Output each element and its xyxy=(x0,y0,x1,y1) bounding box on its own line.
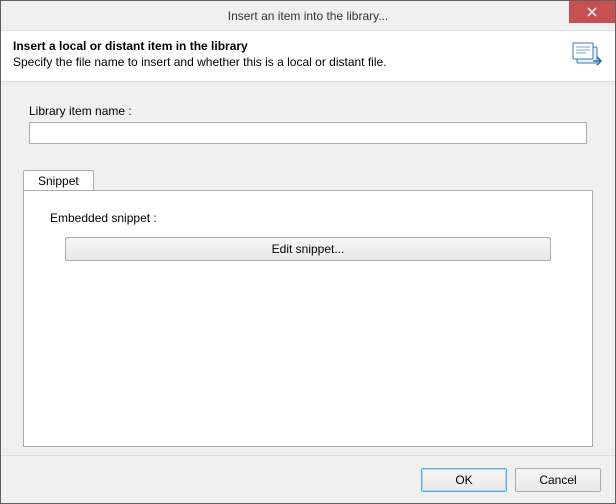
edit-snippet-button[interactable]: Edit snippet... xyxy=(65,237,551,261)
header-subtitle: Specify the file name to insert and whet… xyxy=(13,55,563,69)
dialog-window: Insert an item into the library... Inser… xyxy=(0,0,616,504)
content-area: Library item name : Snippet Embedded sni… xyxy=(1,82,615,455)
library-item-name-label: Library item name : xyxy=(29,104,597,118)
header-strip: Insert a local or distant item in the li… xyxy=(1,31,615,82)
ok-button-label: OK xyxy=(455,473,472,487)
close-button[interactable] xyxy=(569,1,615,23)
button-bar: OK Cancel xyxy=(1,455,615,503)
tab-panel-snippet: Embedded snippet : Edit snippet... xyxy=(23,190,593,447)
ok-button[interactable]: OK xyxy=(421,468,507,492)
library-insert-icon xyxy=(571,39,603,71)
header-text: Insert a local or distant item in the li… xyxy=(13,39,563,69)
window-title: Insert an item into the library... xyxy=(228,9,389,23)
embedded-snippet-label: Embedded snippet : xyxy=(50,211,572,225)
edit-snippet-button-label: Edit snippet... xyxy=(272,242,345,256)
tab-row: Snippet xyxy=(23,170,593,190)
titlebar: Insert an item into the library... xyxy=(1,1,615,31)
tab-snippet-label: Snippet xyxy=(38,174,79,188)
tab-container: Snippet Embedded snippet : Edit snippet.… xyxy=(23,170,593,447)
cancel-button-label: Cancel xyxy=(539,473,576,487)
close-icon xyxy=(587,7,597,17)
library-item-name-input[interactable] xyxy=(29,122,587,144)
header-title: Insert a local or distant item in the li… xyxy=(13,39,563,53)
cancel-button[interactable]: Cancel xyxy=(515,468,601,492)
tab-snippet[interactable]: Snippet xyxy=(23,170,94,190)
